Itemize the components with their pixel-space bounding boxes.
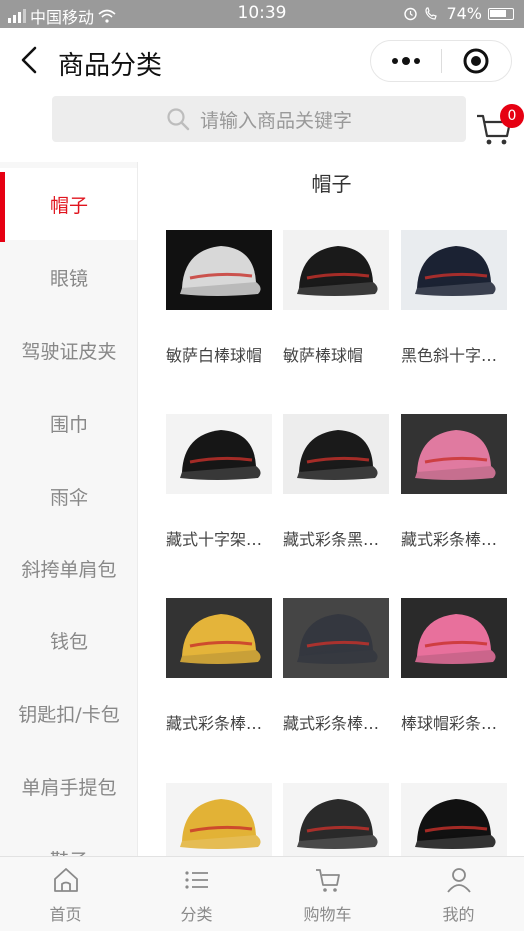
- list-icon: [182, 865, 212, 895]
- sidebar-item-crossbody-bags[interactable]: 斜挎单肩包: [0, 532, 137, 604]
- product-name: 藏式彩条棒…: [283, 714, 380, 733]
- back-icon[interactable]: [14, 42, 44, 78]
- mini-program-capsule: [370, 40, 512, 82]
- cap-icon: [415, 246, 496, 296]
- tab-category-label: 分类: [180, 905, 213, 924]
- product-thumbnail: [401, 598, 507, 678]
- cap-icon: [180, 430, 261, 480]
- product-name: 敏萨棒球帽: [283, 346, 364, 365]
- page-title: 商品分类: [58, 51, 163, 81]
- cap-icon: [297, 614, 378, 664]
- cap-icon: [415, 614, 496, 664]
- cap-icon: [297, 430, 378, 480]
- tab-home-label: 首页: [49, 905, 82, 924]
- category-title: 帽子: [311, 172, 352, 196]
- sidebar-item-umbrellas[interactable]: 雨伞: [0, 460, 137, 532]
- search-placeholder: 请输入商品关键字: [199, 109, 352, 132]
- sidebar-item-scarves[interactable]: 围巾: [0, 387, 137, 459]
- more-button[interactable]: [371, 40, 441, 82]
- cap-icon: [180, 799, 261, 849]
- tab-cart[interactable]: 购物车: [262, 857, 393, 931]
- more-icon: [391, 57, 420, 65]
- product-thumbnail: [283, 414, 389, 494]
- sidebar-item-handbags[interactable]: 单肩手提包: [0, 750, 137, 822]
- alarm-icon: [404, 7, 418, 21]
- search-input[interactable]: 请输入商品关键字: [52, 96, 466, 142]
- product-name: 藏式十字架…: [166, 530, 263, 549]
- sidebar-item-license-wallet[interactable]: 驾驶证皮夹: [0, 314, 137, 386]
- search-row: 请输入商品关键字: [0, 92, 524, 160]
- product-card[interactable]: 黑色斜十字…: [401, 230, 511, 400]
- product-card[interactable]: [401, 783, 511, 856]
- product-thumbnail: [401, 414, 507, 494]
- product-name: 藏式彩条棒…: [401, 530, 498, 549]
- product-card[interactable]: [166, 783, 276, 856]
- sidebar-item-hats[interactable]: 帽子: [0, 168, 137, 242]
- tab-bar: 首页 分类 购物车 我的: [0, 856, 524, 931]
- cap-icon: [415, 430, 496, 480]
- tab-home[interactable]: 首页: [0, 857, 131, 931]
- battery-percent: 74%: [446, 4, 482, 23]
- product-thumbnail: [283, 230, 389, 310]
- product-card[interactable]: 藏式彩条黑…: [283, 414, 393, 584]
- product-card[interactable]: 敏萨白棒球帽: [166, 230, 276, 400]
- product-thumbnail: [283, 783, 389, 856]
- category-sidebar: 帽子 眼镜 驾驶证皮夹 围巾 雨伞 斜挎单肩包 钱包 钥匙扣/卡包 单肩手提包 …: [0, 162, 138, 856]
- product-card[interactable]: 棒球帽彩条…: [401, 598, 511, 768]
- product-thumbnail: [166, 783, 272, 856]
- product-name: 藏式彩条黑…: [283, 530, 380, 549]
- nav-bar: 商品分类: [0, 28, 524, 92]
- product-name: 棒球帽彩条…: [401, 714, 498, 733]
- product-thumbnail: [166, 598, 272, 678]
- cart-icon: [313, 865, 343, 895]
- product-card[interactable]: 藏式彩条棒…: [401, 414, 511, 584]
- cap-icon: [180, 614, 261, 664]
- product-name: 藏式彩条棒…: [166, 714, 263, 733]
- sidebar-item-glasses[interactable]: 眼镜: [0, 241, 137, 313]
- product-card[interactable]: [283, 783, 393, 856]
- call-icon: [425, 7, 438, 20]
- product-panel: 帽子 敏萨白棒球帽 敏萨棒球帽 黑色斜十字… 藏式十字架… 藏式彩条黑… 藏式彩条棒… 藏式…: [139, 162, 524, 856]
- product-card[interactable]: 敏萨棒球帽: [283, 230, 393, 400]
- product-thumbnail: [166, 230, 272, 310]
- cap-icon: [297, 246, 378, 296]
- battery-icon: [488, 7, 514, 20]
- cap-icon: [297, 799, 378, 849]
- product-thumbnail: [401, 230, 507, 310]
- sidebar-item-wallets[interactable]: 钱包: [0, 604, 137, 676]
- tab-category[interactable]: 分类: [131, 857, 262, 931]
- tab-cart-label: 购物车: [303, 905, 352, 924]
- status-right: 74%: [403, 4, 514, 23]
- cap-icon: [180, 246, 261, 296]
- target-icon: [463, 48, 489, 74]
- close-miniprogram-button[interactable]: [442, 40, 512, 82]
- cap-icon: [415, 799, 496, 849]
- home-icon: [51, 865, 81, 895]
- sidebar-item-shoes[interactable]: 鞋子: [0, 823, 137, 857]
- product-card[interactable]: 藏式彩条棒…: [283, 598, 393, 768]
- product-card[interactable]: 藏式彩条棒…: [166, 598, 276, 768]
- sidebar-item-keychains[interactable]: 钥匙扣/卡包: [0, 677, 137, 749]
- user-icon: [444, 865, 474, 895]
- status-bar: 中国移动 10:39 74%: [0, 0, 524, 28]
- product-thumbnail: [166, 414, 272, 494]
- tab-profile-label: 我的: [442, 905, 475, 924]
- product-thumbnail: [283, 598, 389, 678]
- product-name: 敏萨白棒球帽: [166, 346, 263, 365]
- tab-profile[interactable]: 我的: [393, 857, 524, 931]
- product-card[interactable]: 藏式十字架…: [166, 414, 276, 584]
- product-thumbnail: [401, 783, 507, 856]
- product-name: 黑色斜十字…: [401, 346, 498, 365]
- cart-badge: 0: [500, 104, 524, 128]
- search-icon: [167, 108, 190, 131]
